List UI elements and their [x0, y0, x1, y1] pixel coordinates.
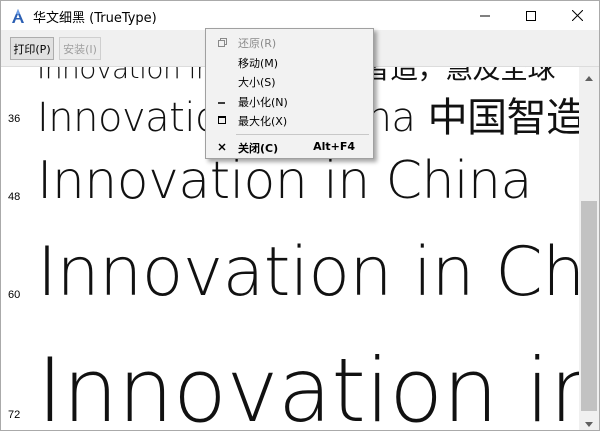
font-app-icon	[10, 8, 26, 24]
menu-item-label: 移动(M)	[238, 57, 279, 70]
menu-item-label: 大小(S)	[238, 76, 276, 89]
preview-size-label: 72	[8, 409, 21, 421]
install-button[interactable]: 安装(I)	[59, 37, 101, 60]
menu-item-label: 最小化(N)	[238, 96, 288, 109]
preview-size-label: 60	[8, 289, 21, 301]
title-bar[interactable]: 华文细黑 (TrueType)	[1, 1, 599, 30]
font-viewer-window: 华文细黑 (TrueType) 打印(P) 安装(I) Innovation i…	[0, 0, 600, 431]
chevron-up-icon	[585, 66, 593, 85]
menu-separator	[236, 134, 369, 135]
maximize-icon	[216, 114, 228, 126]
scroll-down-button[interactable]	[579, 413, 599, 430]
close-icon	[571, 6, 583, 25]
menu-item-move[interactable]: 移动(M)	[208, 52, 371, 72]
menu-item-label: 最大化(X)	[238, 115, 288, 128]
menu-item-size[interactable]: 大小(S)	[208, 71, 371, 91]
scroll-up-button[interactable]	[579, 67, 599, 84]
menu-item-label: 关闭(C)	[238, 142, 279, 155]
menu-item-shortcut: Alt+F4	[313, 140, 355, 153]
menu-item-minimize[interactable]: 最小化(N)	[208, 91, 371, 111]
minimize-icon	[216, 95, 228, 107]
minimize-icon	[480, 6, 490, 25]
maximize-icon	[526, 6, 536, 25]
maximize-button[interactable]	[508, 1, 554, 30]
menu-item-maximize[interactable]: 最大化(X)	[208, 110, 371, 130]
preview-sample-text: Innovation in	[37, 339, 579, 430]
chevron-down-icon	[585, 412, 593, 430]
preview-size-label: 48	[8, 191, 21, 203]
restore-icon	[216, 36, 228, 48]
window-title: 华文细黑 (TrueType)	[33, 11, 157, 26]
minimize-button[interactable]	[462, 1, 508, 30]
print-button[interactable]: 打印(P)	[10, 37, 54, 60]
preview-size-label: 36	[8, 113, 21, 125]
menu-item-label: 还原(R)	[238, 37, 277, 50]
menu-item-close[interactable]: 关闭(C) Alt+F4	[208, 137, 371, 157]
system-context-menu: 还原(R) 移动(M) 大小(S) 最小化(N) 最大化(X) 关闭(C) Al	[205, 28, 374, 159]
scroll-thumb[interactable]	[581, 201, 597, 411]
vertical-scrollbar[interactable]	[579, 67, 599, 430]
preview-sample-text: Innovation in China	[37, 151, 532, 211]
close-button[interactable]	[554, 1, 599, 30]
menu-item-restore[interactable]: 还原(R)	[208, 32, 371, 52]
preview-sample-text: Innovation in Ch	[37, 233, 579, 312]
close-icon	[216, 141, 228, 153]
